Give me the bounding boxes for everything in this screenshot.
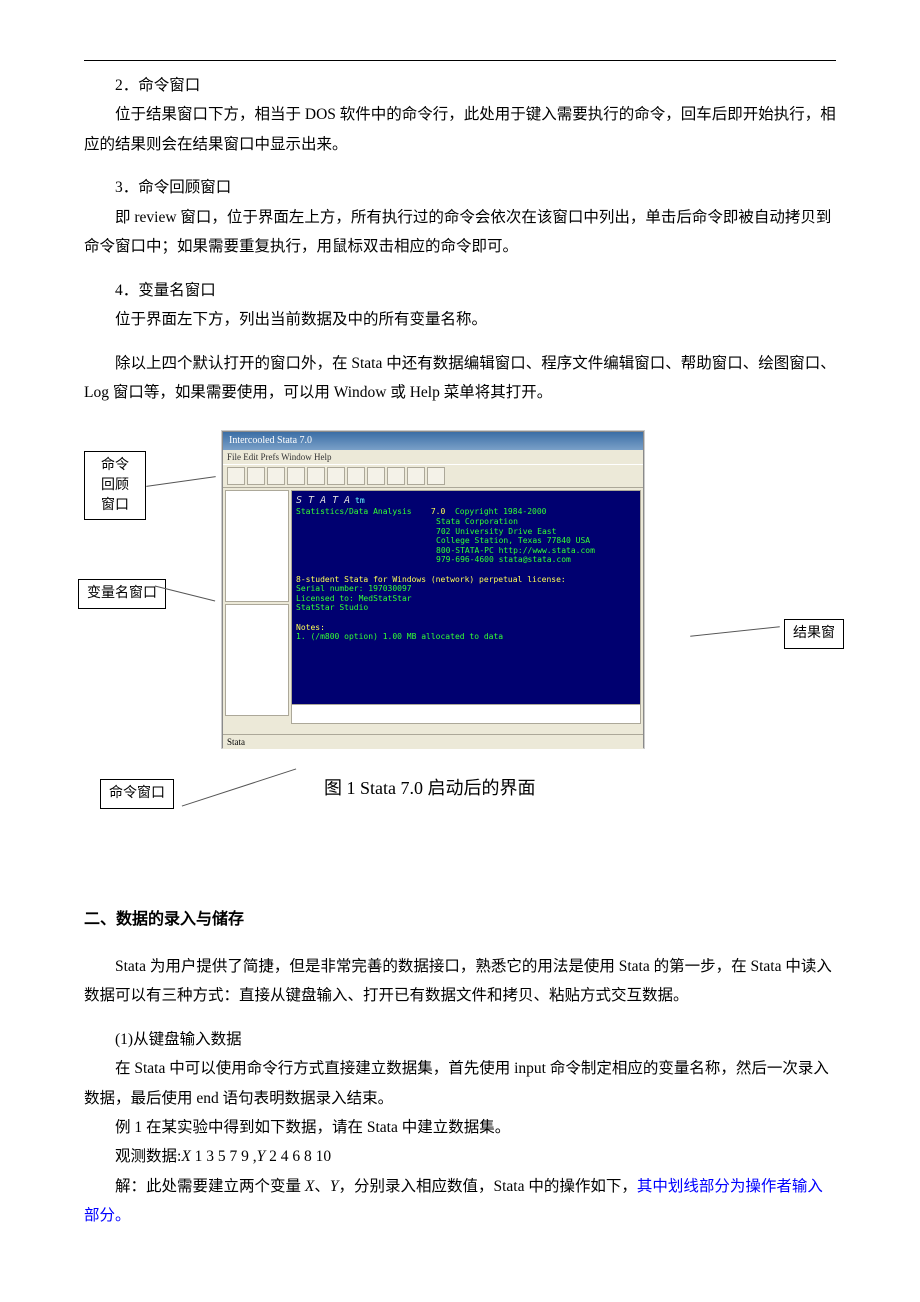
toolbar-btn-icon bbox=[407, 467, 425, 485]
figure-1: 命令 回顾 窗口 变量名窗口 结果窗 命令窗口 Intercooled Stat… bbox=[84, 431, 844, 831]
sol-mid1: 、 bbox=[314, 1178, 330, 1195]
observation-data: 观测数据:X 1 3 5 7 9 ,Y 2 4 6 8 10 bbox=[84, 1142, 836, 1171]
spacer bbox=[84, 335, 836, 349]
stata-ver: 7.0 bbox=[431, 507, 445, 516]
toolbar-btn-icon bbox=[247, 467, 265, 485]
spacer bbox=[84, 1011, 836, 1025]
section-3-body: 即 review 窗口，位于界面左上方，所有执行过的命令会依次在该窗口中列出，单… bbox=[84, 203, 836, 262]
top-rule bbox=[84, 60, 836, 61]
stata-addr3: 800-STATA-PC http://www.stata.com bbox=[436, 546, 595, 555]
intro-paragraph: Stata 为用户提供了简捷，但是非常完善的数据接口，熟悉它的用法是使用 Sta… bbox=[84, 952, 836, 1011]
obs-x-var: X bbox=[181, 1148, 190, 1165]
stata-addr4: 979-696-4600 stata@stata.com bbox=[436, 555, 571, 564]
toolbar-btn-icon bbox=[387, 467, 405, 485]
solution-line: 解：此处需要建立两个变量 X、Y，分别录入相应数值，Stata 中的操作如下，其… bbox=[84, 1172, 836, 1231]
spacer bbox=[84, 159, 836, 173]
keyboard-input-label: (1)从键盘输入数据 bbox=[84, 1025, 836, 1054]
window-toolbar bbox=[223, 464, 643, 488]
toolbar-btn-icon bbox=[347, 467, 365, 485]
window-titlebar: Intercooled Stata 7.0 bbox=[223, 432, 643, 450]
heading-section-2: 二、数据的录入与储存 bbox=[84, 905, 836, 935]
status-bar: Stata bbox=[223, 734, 643, 749]
callout-result-window: 结果窗 bbox=[784, 619, 844, 649]
section-3-label: 3．命令回顾窗口 bbox=[84, 173, 836, 202]
toolbar-btn-icon bbox=[327, 467, 345, 485]
stata-lic3: Licensed to: MedStatStar bbox=[296, 594, 636, 604]
example-1-label: 例 1 在某实验中得到如下数据，请在 Stata 中建立数据集。 bbox=[84, 1113, 836, 1142]
toolbar-btn-icon bbox=[427, 467, 445, 485]
obs-y-var: Y bbox=[257, 1148, 266, 1165]
stata-copy1: Copyright 1984-2000 bbox=[455, 507, 547, 516]
keyboard-input-body: 在 Stata 中可以使用命令行方式直接建立数据集，首先使用 input 命令制… bbox=[84, 1054, 836, 1113]
toolbar-btn-icon bbox=[287, 467, 305, 485]
stata-copy2: Stata Corporation bbox=[436, 517, 518, 526]
toolbar-btn-icon bbox=[367, 467, 385, 485]
window-menubar: File Edit Prefs Window Help bbox=[223, 450, 643, 464]
section-4-label: 4．变量名窗口 bbox=[84, 276, 836, 305]
results-pane: S T A T A tm Statistics/Data Analysis 7.… bbox=[291, 490, 641, 710]
toolbar-btn-icon bbox=[307, 467, 325, 485]
obs-y-vals: 2 4 6 8 10 bbox=[265, 1148, 331, 1165]
spacer bbox=[84, 262, 836, 276]
sol-mid2: ，分别录入相应数值，Stata 中的操作如下， bbox=[339, 1178, 637, 1195]
obs-prefix: 观测数据: bbox=[115, 1148, 181, 1165]
stata-note: Notes: bbox=[296, 623, 636, 633]
stata-lic4: StatStar Studio bbox=[296, 603, 636, 613]
spacer bbox=[84, 851, 836, 881]
stata-body: S T A T A tm Statistics/Data Analysis 7.… bbox=[223, 488, 643, 749]
callout-review-window: 命令 回顾 窗口 bbox=[84, 451, 146, 520]
sol-prefix: 解：此处需要建立两个变量 bbox=[115, 1178, 305, 1195]
pointer-review bbox=[146, 477, 215, 488]
callout-variable-window: 变量名窗口 bbox=[78, 579, 166, 609]
stata-sub: Statistics/Data Analysis bbox=[296, 507, 412, 516]
section-4-body: 位于界面左下方，列出当前数据及中的所有变量名称。 bbox=[84, 305, 836, 334]
section-2-label: 2．命令窗口 bbox=[84, 71, 836, 100]
command-pane bbox=[291, 704, 641, 724]
toolbar-btn-icon bbox=[227, 467, 245, 485]
sol-y: Y bbox=[330, 1178, 339, 1195]
figure-caption: 图 1 Stata 7.0 启动后的界面 bbox=[324, 771, 536, 805]
stata-logo-text: S T A T A bbox=[296, 495, 350, 506]
stata-note1: 1. (/m800 option) 1.00 MB allocated to d… bbox=[296, 632, 636, 642]
toolbar-btn-icon bbox=[267, 467, 285, 485]
callout-command-window: 命令窗口 bbox=[100, 779, 174, 809]
stata-lic1: 8-student Stata for Windows (network) pe… bbox=[296, 575, 636, 585]
stata-screenshot: Intercooled Stata 7.0 File Edit Prefs Wi… bbox=[222, 431, 644, 748]
obs-x-vals: 1 3 5 7 9 bbox=[191, 1148, 253, 1165]
variables-pane bbox=[225, 604, 289, 716]
review-pane bbox=[225, 490, 289, 602]
section-2-body: 位于结果窗口下方，相当于 DOS 软件中的命令行，此处用于键入需要执行的命令，回… bbox=[84, 100, 836, 159]
stata-addr2: College Station, Texas 77840 USA bbox=[436, 536, 590, 545]
stata-addr1: 702 University Drive East bbox=[436, 527, 556, 536]
section-extra-body: 除以上四个默认打开的窗口外，在 Stata 中还有数据编辑窗口、程序文件编辑窗口… bbox=[84, 349, 836, 408]
sol-x: X bbox=[305, 1178, 314, 1195]
stata-lic2: Serial number: 197030097 bbox=[296, 584, 636, 594]
pointer-result bbox=[690, 627, 780, 637]
pointer-cmd bbox=[182, 769, 296, 807]
